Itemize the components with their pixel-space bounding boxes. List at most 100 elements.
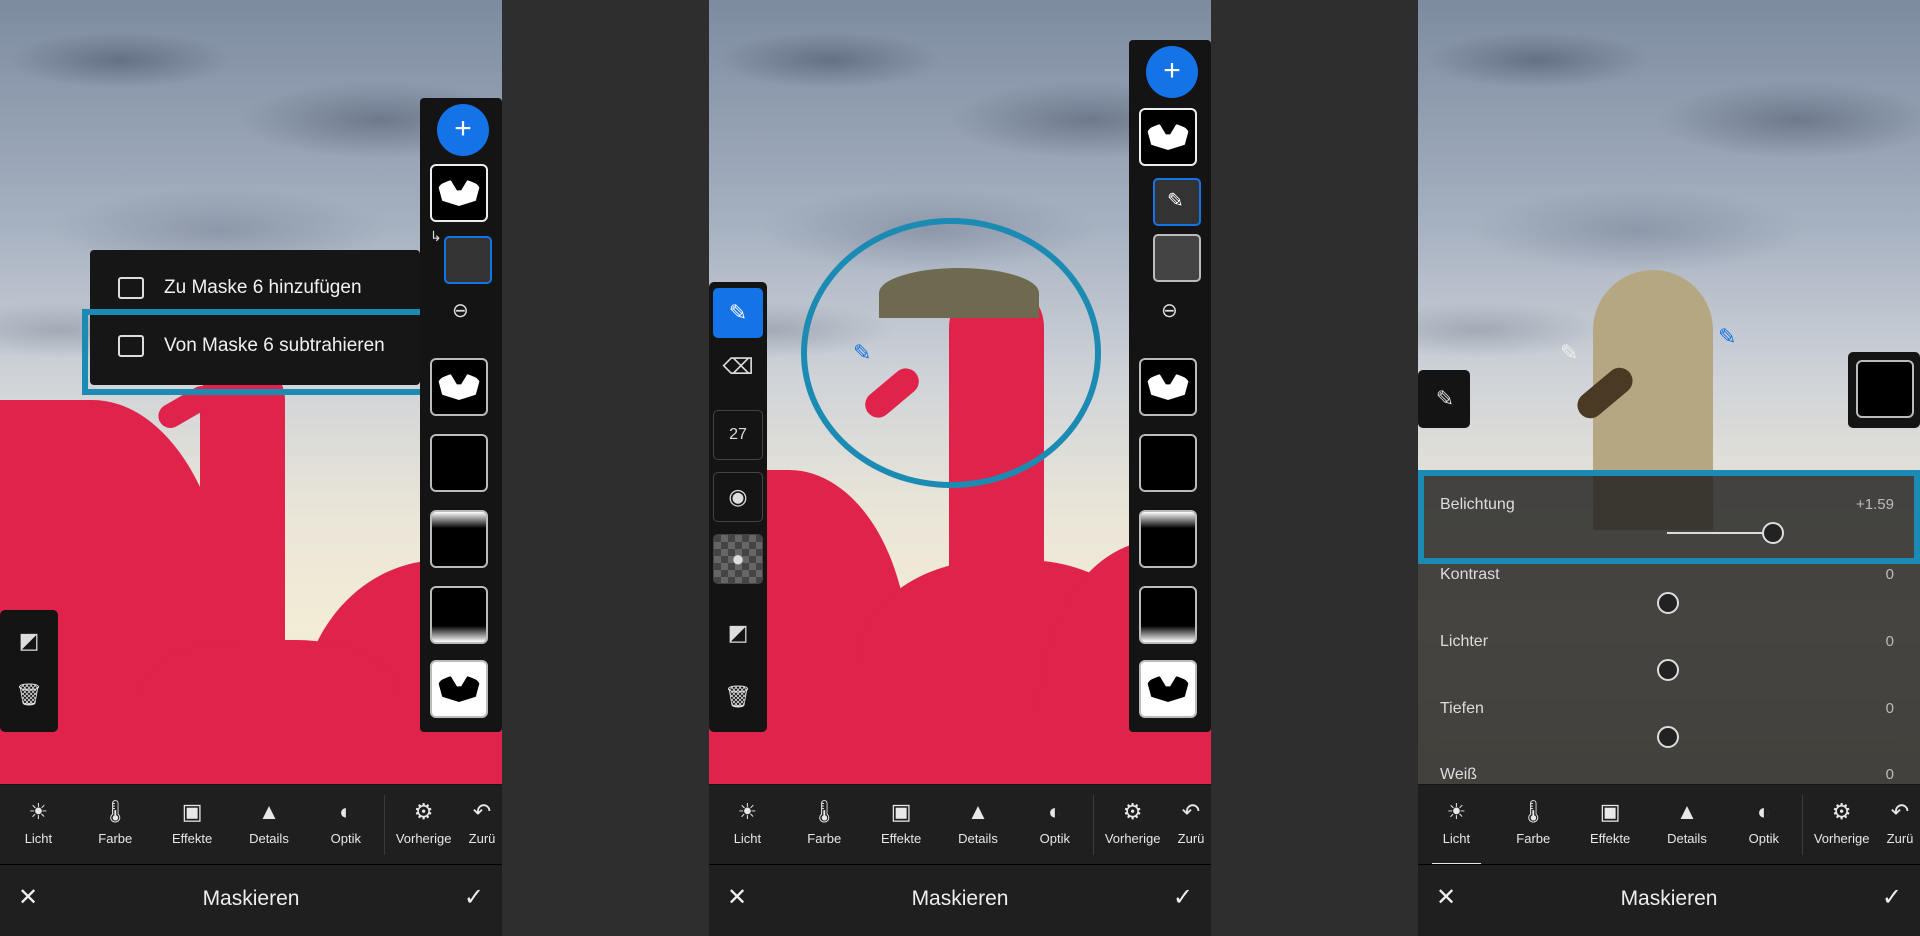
highlight-subtract-item — [82, 309, 430, 395]
invert-mask-icon[interactable]: ◩ — [713, 608, 763, 658]
lens-icon: ◐ — [339, 799, 353, 824]
invert-mask-icon[interactable]: ◩ — [4, 616, 54, 666]
sub-arrow-icon: ↳ — [430, 228, 442, 244]
mask-thumb-5[interactable] — [1139, 586, 1197, 644]
tab-details[interactable]: ▲ Details — [231, 785, 308, 865]
tab-farbe[interactable]: 🌡 Farbe — [786, 785, 863, 865]
tab-optik[interactable]: ◐ Optik — [307, 785, 384, 865]
brush-flow-icon[interactable]: ● — [713, 534, 763, 584]
brush-tool-panel: ✎ — [1418, 370, 1470, 428]
mask-thumb-2[interactable] — [430, 358, 488, 416]
tab-reset[interactable]: ↶ Zurü — [1880, 785, 1920, 865]
screen-brush-subtract: ✎ ✎ ⌫ 27 ◉ ● ◩ 🗑 + ✎ ⊖ ☀ Licht 🌡 Farbe ▣ Ef… — [709, 0, 1211, 936]
bottom-bar: ✕ Maskieren ✓ — [709, 864, 1211, 936]
tab-reset[interactable]: ↶ Zurü — [1171, 785, 1211, 865]
highlight-exposure-slider — [1418, 470, 1920, 564]
mask-thumb-4[interactable] — [1139, 510, 1197, 568]
subtract-brush-pin-icon[interactable]: ✎ — [853, 340, 871, 366]
tab-label: Farbe — [807, 831, 842, 846]
sun-icon: ☀ — [737, 799, 758, 824]
add-mask-button[interactable]: + — [437, 104, 489, 156]
slider-contrast[interactable]: Kontrast 0 — [1440, 560, 1894, 620]
vignette-icon: ▣ — [181, 799, 203, 824]
slider-knob[interactable] — [1657, 592, 1679, 614]
eraser-icon[interactable]: ⌫ — [713, 342, 763, 392]
brush-pin-icon[interactable]: ✎ — [1560, 340, 1578, 366]
thermometer-icon: 🌡 — [1519, 799, 1548, 824]
add-subtract-icon[interactable]: ⊖ — [452, 298, 469, 323]
trash-icon[interactable]: 🗑 — [4, 670, 54, 720]
edit-tabs: ☀ Licht 🌡 Farbe ▣ Effekte ▲ Details ◐ Optik ⚙… — [709, 784, 1211, 865]
brush-component-thumb[interactable]: ✎ — [1153, 178, 1201, 226]
add-to-mask-item[interactable]: Zu Maske 6 hinzufügen — [90, 260, 420, 316]
check-icon[interactable]: ✓ — [464, 883, 484, 912]
mask-thumb-active[interactable] — [1856, 360, 1914, 418]
brush-icon[interactable]: ✎ — [1420, 374, 1470, 424]
add-mask-icon — [118, 277, 144, 299]
tab-label: Zurü — [1177, 831, 1205, 846]
bottom-bar: ✕ Maskieren ✓ — [1418, 864, 1920, 936]
mask-thumb-3[interactable] — [1139, 434, 1197, 492]
mode-title: Maskieren — [911, 887, 1009, 910]
tab-previous[interactable]: ⚙ Vorherige — [1094, 785, 1171, 865]
subject-component-thumb[interactable] — [1153, 234, 1201, 282]
slider-knob[interactable] — [1657, 726, 1679, 748]
tab-optik[interactable]: ◐ Optik — [1016, 785, 1093, 865]
tab-previous[interactable]: ⚙ Vorherige — [385, 785, 462, 865]
tab-previous[interactable]: ⚙ Vorherige — [1803, 785, 1880, 865]
tab-licht[interactable]: ☀ Licht — [1418, 785, 1495, 865]
brush-tools-panel: ✎ ⌫ 27 ◉ ● ◩ 🗑 — [709, 282, 767, 732]
tab-licht[interactable]: ☀ Licht — [0, 785, 77, 865]
slider-shadows[interactable]: Tiefen 0 — [1440, 694, 1894, 754]
tab-effekte[interactable]: ▣ Effekte — [1572, 785, 1649, 865]
mask-thumb-active[interactable] — [1139, 108, 1197, 166]
trash-icon[interactable]: 🗑 — [713, 672, 763, 722]
mask-thumb-6[interactable] — [1139, 660, 1197, 718]
tab-label: Farbe — [98, 831, 133, 846]
subject-component-thumb[interactable] — [444, 236, 492, 284]
screen-light-adjustments: ✎ ✎ ✎ Belichtung +1.59 Kontrast 0 Lichte… — [1418, 0, 1920, 936]
slider-highlights[interactable]: Lichter 0 — [1440, 627, 1894, 687]
add-subtract-icon[interactable]: ⊖ — [1161, 298, 1178, 323]
tab-optik[interactable]: ◐ Optik — [1725, 785, 1802, 865]
add-mask-button[interactable]: + — [1146, 46, 1198, 98]
thermometer-icon: 🌡 — [101, 799, 130, 824]
previous-settings-icon: ⚙ — [413, 799, 434, 824]
tab-licht[interactable]: ☀ Licht — [709, 785, 786, 865]
tab-label: Details — [958, 831, 998, 846]
tab-reset[interactable]: ↶ Zurü — [462, 785, 502, 865]
brush-feather-icon[interactable]: ◉ — [713, 472, 763, 522]
subtract-brush-pin-icon[interactable]: ✎ — [1718, 324, 1736, 350]
mask-thumb-3[interactable] — [430, 434, 488, 492]
previous-settings-icon: ⚙ — [1122, 799, 1143, 824]
vignette-icon: ▣ — [890, 799, 912, 824]
slider-knob[interactable] — [1657, 659, 1679, 681]
check-icon[interactable]: ✓ — [1882, 883, 1902, 912]
tab-effekte[interactable]: ▣ Effekte — [863, 785, 940, 865]
lens-icon: ◐ — [1757, 799, 1771, 824]
tab-farbe[interactable]: 🌡 Farbe — [1495, 785, 1572, 865]
tab-label: Licht — [733, 831, 762, 846]
mask-thumb-2[interactable] — [1139, 358, 1197, 416]
mask-thumb-active[interactable] — [430, 164, 488, 222]
mode-title: Maskieren — [1620, 887, 1718, 910]
tab-details[interactable]: ▲ Details — [1649, 785, 1726, 865]
tab-label: Farbe — [1516, 831, 1551, 846]
tab-label: Effekte — [880, 831, 922, 846]
mask-thumb-6[interactable] — [430, 660, 488, 718]
triangle-icon: ▲ — [1676, 799, 1698, 824]
tab-farbe[interactable]: 🌡 Farbe — [77, 785, 154, 865]
triangle-icon: ▲ — [967, 799, 989, 824]
tab-effekte[interactable]: ▣ Effekte — [154, 785, 231, 865]
subtract-brush-icon[interactable]: ✎ — [713, 288, 763, 338]
tab-label: Licht — [24, 831, 53, 846]
mask-thumb-5[interactable] — [430, 586, 488, 644]
slider-label: Kontrast — [1440, 566, 1500, 583]
slider-value: 0 — [1885, 566, 1894, 583]
mask-thumb-4[interactable] — [430, 510, 488, 568]
tab-details[interactable]: ▲ Details — [940, 785, 1017, 865]
slider-label: Lichter — [1440, 633, 1489, 650]
sun-icon: ☀ — [28, 799, 49, 824]
brush-size-field[interactable]: 27 — [713, 410, 763, 460]
check-icon[interactable]: ✓ — [1173, 883, 1193, 912]
